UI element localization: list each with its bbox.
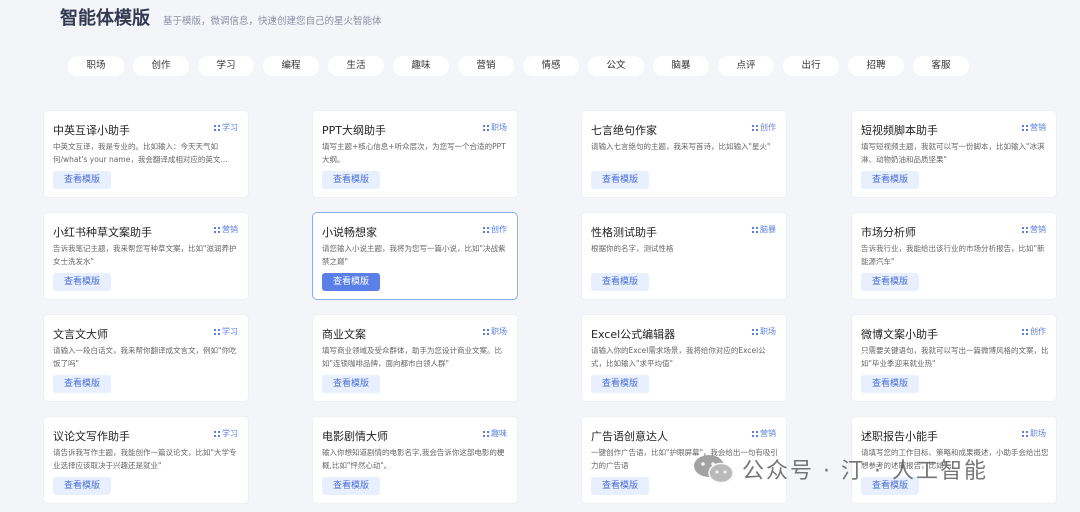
card-tag: 创作 xyxy=(1022,326,1046,337)
card-description: 请输入七言绝句的主题，我来写首诗，比如输入"星火" xyxy=(591,142,771,151)
view-template-button[interactable]: 查看模版 xyxy=(53,477,111,495)
card-title: 七言绝句作家 xyxy=(591,124,657,137)
grid-icon xyxy=(214,328,220,335)
template-card[interactable]: 中英互译小助手 学习 中英文互译，我是专业的。比如输入：今天天气如何/what'… xyxy=(43,110,249,198)
card-description: 告诉我笔记主题，我来帮您写种草文案，比如"滋润养护女士洗发水" xyxy=(53,244,237,266)
card-description: 根据你的名字，测试性格 xyxy=(591,244,674,253)
view-template-button[interactable]: 查看模版 xyxy=(53,273,111,291)
wechat-icon xyxy=(694,455,734,484)
view-template-button[interactable]: 查看模版 xyxy=(322,171,380,189)
card-tag: 营销 xyxy=(752,428,776,439)
card-title: 议论文写作助手 xyxy=(53,430,130,443)
view-template-button[interactable]: 查看模版 xyxy=(861,375,919,393)
view-template-button[interactable]: 查看模版 xyxy=(591,273,649,291)
view-template-button[interactable]: 查看模版 xyxy=(322,375,380,393)
card-title: 广告语创意达人 xyxy=(591,430,668,443)
card-description: 请输入你的Excel需求场景，我将给你对应的Excel公式，比如输入"求平均值" xyxy=(591,346,766,368)
template-card[interactable]: 商业文案 职场 填写商业领域及受众群体，助手为您设计商业文案。比如"连锁咖啡品牌… xyxy=(312,314,518,402)
card-title: 市场分析师 xyxy=(861,226,916,239)
card-tag: 营销 xyxy=(1022,122,1046,133)
card-description: 请告诉我写作主题，我能创作一篇议论文，比如"大学专业选择应该取决于兴趣还是就业" xyxy=(53,448,237,470)
card-title: 微博文案小助手 xyxy=(861,328,938,341)
template-card[interactable]: 市场分析师 营销 告诉我行业，我能给出该行业的市场分析报告，比如"新能源汽车" … xyxy=(851,212,1057,300)
template-card[interactable]: 短视频脚本助手 营销 填写短视频主题，我就可以写一份脚本，比如输入"冰淇淋、动物… xyxy=(851,110,1057,198)
view-template-button[interactable]: 查看模版 xyxy=(53,375,111,393)
card-tag: 学习 xyxy=(214,326,238,337)
template-card[interactable]: 小红书种草文案助手 营销 告诉我笔记主题，我来帮您写种草文案，比如"滋润养护女士… xyxy=(43,212,249,300)
grid-icon xyxy=(483,226,489,233)
card-title: 性格测试助手 xyxy=(591,226,657,239)
template-card[interactable]: 性格测试助手 脑暴 根据你的名字，测试性格 查看模版 xyxy=(581,212,787,300)
grid-icon xyxy=(214,226,220,233)
grid-icon xyxy=(1022,328,1028,335)
template-grid: 中英互译小助手 学习 中英文互译，我是专业的。比如输入：今天天气如何/what'… xyxy=(0,0,1080,512)
card-tag: 创作 xyxy=(483,224,507,235)
grid-icon xyxy=(483,328,489,335)
card-title: 文言文大师 xyxy=(53,328,108,341)
card-description: 输入你想知道剧情的电影名字,我会告诉你这部电影的梗概,比如"怦然心动"。 xyxy=(322,448,505,470)
card-title: 短视频脚本助手 xyxy=(861,124,938,137)
view-template-button[interactable]: 查看模版 xyxy=(53,171,111,189)
template-card-selected[interactable]: 小说畅想家 创作 请您输入小说主题，我将为您写一篇小说，比如"决战紫禁之巅" 查… xyxy=(312,212,518,300)
card-tag: 趣味 xyxy=(483,428,507,439)
view-template-button[interactable]: 查看模版 xyxy=(591,171,649,189)
grid-icon xyxy=(752,328,758,335)
card-description: 告诉我行业，我能给出该行业的市场分析报告，比如"新能源汽车" xyxy=(861,244,1045,266)
card-description: 只需要关键语句，我就可以写出一篇微博风格的文案，比如"毕业季迎来就业热" xyxy=(861,346,1049,368)
grid-icon xyxy=(214,430,220,437)
card-title: 述职报告小能手 xyxy=(861,430,938,443)
grid-icon xyxy=(752,226,758,233)
card-description: 填写短视频主题，我就可以写一份脚本，比如输入"冰淇淋、动物奶油和品质坚果" xyxy=(861,142,1045,164)
template-card[interactable]: Excel公式编辑器 职场 请输入你的Excel需求场景，我将给你对应的Exce… xyxy=(581,314,787,402)
card-title: 电影剧情大师 xyxy=(322,430,388,443)
card-description: 请您输入小说主题，我将为您写一篇小说，比如"决战紫禁之巅" xyxy=(322,244,506,266)
grid-icon xyxy=(1022,226,1028,233)
grid-icon xyxy=(752,124,758,131)
grid-icon xyxy=(752,430,758,437)
template-card[interactable]: 电影剧情大师 趣味 输入你想知道剧情的电影名字,我会告诉你这部电影的梗概,比如"… xyxy=(312,416,518,504)
template-card[interactable]: 议论文写作助手 学习 请告诉我写作主题，我能创作一篇议论文，比如"大学专业选择应… xyxy=(43,416,249,504)
watermark: 公众号 · 汀 · 人工智能 xyxy=(692,451,988,487)
template-card[interactable]: 微博文案小助手 创作 只需要关键语句，我就可以写出一篇微博风格的文案，比如"毕业… xyxy=(851,314,1057,402)
card-tag: 职场 xyxy=(752,326,776,337)
card-title: 中英互译小助手 xyxy=(53,124,130,137)
grid-icon xyxy=(483,430,489,437)
view-template-button[interactable]: 查看模版 xyxy=(861,273,919,291)
card-tag: 营销 xyxy=(1022,224,1046,235)
grid-icon xyxy=(483,124,489,131)
view-template-button[interactable]: 查看模版 xyxy=(322,273,380,291)
card-title: 小红书种草文案助手 xyxy=(53,226,152,239)
grid-icon xyxy=(214,124,220,131)
view-template-button[interactable]: 查看模版 xyxy=(591,477,649,495)
view-template-button[interactable]: 查看模版 xyxy=(591,375,649,393)
card-tag: 创作 xyxy=(752,122,776,133)
card-description: 请输入一段白话文，我来帮你翻译成文言文，例如"你吃饭了吗" xyxy=(53,346,237,368)
card-tag: 营销 xyxy=(214,224,238,235)
card-tag: 职场 xyxy=(483,326,507,337)
card-tag: 职场 xyxy=(483,122,507,133)
template-card[interactable]: 文言文大师 学习 请输入一段白话文，我来帮你翻译成文言文，例如"你吃饭了吗" 查… xyxy=(43,314,249,402)
card-tag: 学习 xyxy=(214,122,238,133)
card-tag: 学习 xyxy=(214,428,238,439)
card-description: 填写主题+核心信息+听众层次，为您写一个合适的PPT大纲。 xyxy=(322,142,506,164)
grid-icon xyxy=(1022,124,1028,131)
template-card[interactable]: PPT大纲助手 职场 填写主题+核心信息+听众层次，为您写一个合适的PPT大纲。… xyxy=(312,110,518,198)
card-title: 商业文案 xyxy=(322,328,366,341)
grid-icon xyxy=(1022,430,1028,437)
watermark-text: 公众号 · 汀 · 人工智能 xyxy=(742,459,988,484)
template-card[interactable]: 七言绝句作家 创作 请输入七言绝句的主题，我来写首诗，比如输入"星火" 查看模版 xyxy=(581,110,787,198)
card-description: 中英文互译，我是专业的。比如输入：今天天气如何/what's your name… xyxy=(53,142,228,164)
view-template-button[interactable]: 查看模版 xyxy=(322,477,380,495)
card-title: PPT大纲助手 xyxy=(322,124,386,137)
card-tag: 脑暴 xyxy=(752,224,776,235)
card-title: Excel公式编辑器 xyxy=(591,328,676,341)
card-title: 小说畅想家 xyxy=(322,226,377,239)
view-template-button[interactable]: 查看模版 xyxy=(861,171,919,189)
card-tag: 职场 xyxy=(1022,428,1046,439)
card-description: 填写商业领域及受众群体，助手为您设计商业文案。比如"连锁咖啡品牌，面向都市白领人… xyxy=(322,346,502,368)
